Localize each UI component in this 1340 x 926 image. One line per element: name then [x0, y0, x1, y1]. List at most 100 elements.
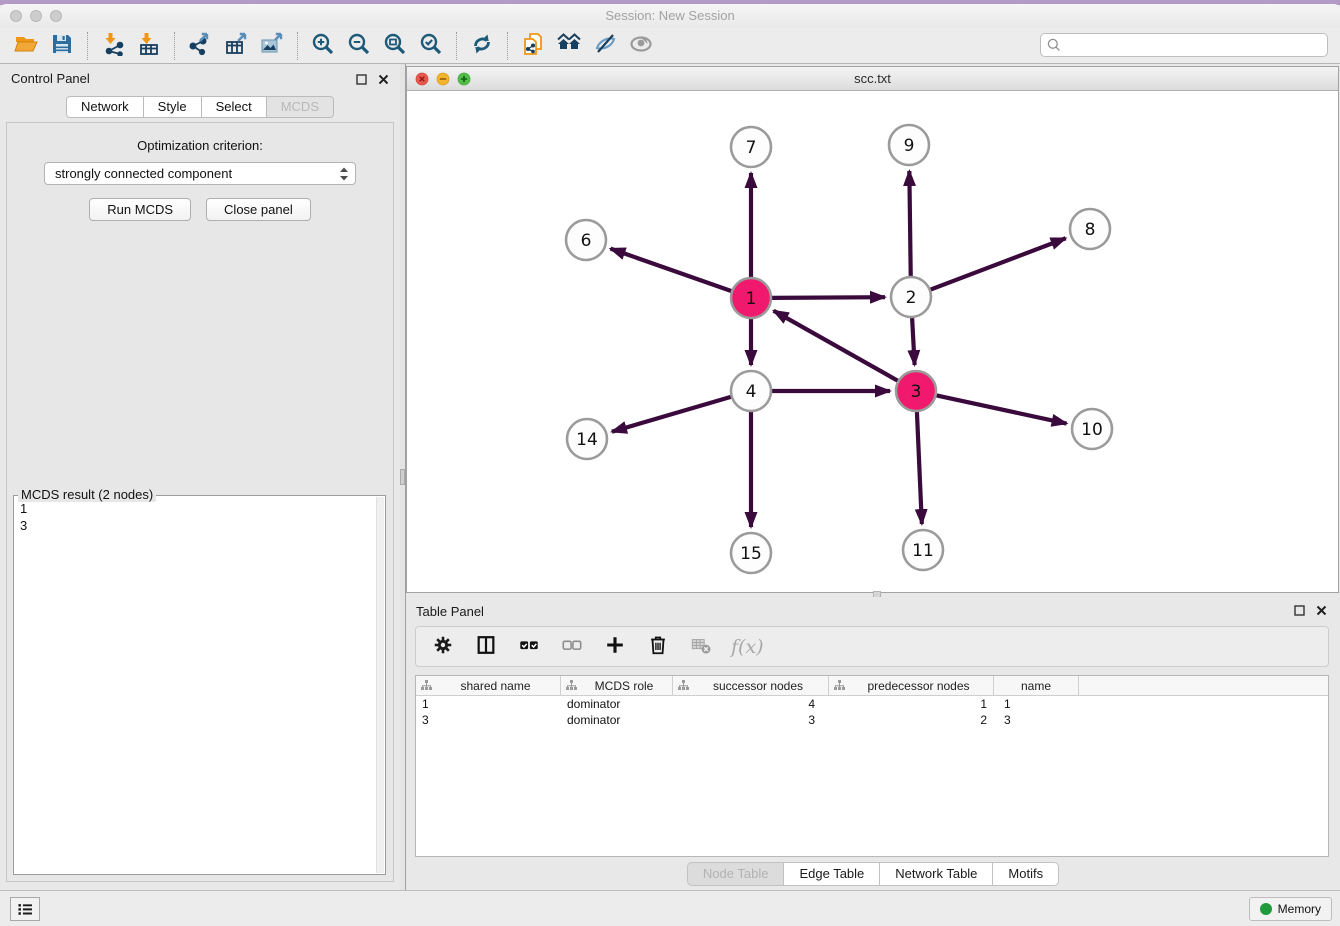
zoom-out-button[interactable] [341, 31, 377, 61]
tab-network-table[interactable]: Network Table [880, 862, 993, 886]
graph-node-15[interactable]: 15 [731, 533, 771, 573]
zoom-in-button[interactable] [305, 31, 341, 61]
graph-edge-2-8[interactable] [931, 238, 1066, 289]
cell-shared-name[interactable]: 1 [416, 696, 561, 712]
graph-edge-3-10[interactable] [937, 395, 1067, 423]
graph-node-11[interactable]: 11 [903, 530, 943, 570]
search-input[interactable] [1040, 33, 1328, 57]
table-panel-title: Table Panel [416, 597, 484, 627]
tab-network[interactable]: Network [66, 96, 144, 118]
settings-gear-button[interactable] [430, 634, 456, 660]
graph-edge-2-9[interactable] [909, 171, 910, 276]
graph-edge-3-1[interactable] [774, 311, 898, 381]
float-table-panel-button[interactable] [1292, 603, 1306, 617]
graph-edge-1-6[interactable] [611, 249, 732, 291]
graph-edge-2-3[interactable] [912, 318, 915, 365]
select-all-button[interactable] [516, 634, 542, 660]
network-graph[interactable]: 1 2 3 4 6 7 8 9 10 11 14 15 [407, 91, 1338, 592]
deselect-all-button[interactable] [559, 634, 585, 660]
graph-edge-4-14[interactable] [612, 397, 731, 432]
hide-graphics-details-button[interactable] [587, 31, 623, 61]
cell-shared-name[interactable]: 3 [416, 712, 561, 728]
refresh-layout-button[interactable] [464, 31, 500, 61]
column-header-predecessor-nodes[interactable]: predecessor nodes [829, 676, 994, 695]
tab-node-table[interactable]: Node Table [687, 862, 785, 886]
graph-node-4[interactable]: 4 [731, 371, 771, 411]
graph-node-3[interactable]: 3 [896, 371, 936, 411]
column-header-name[interactable]: name [994, 676, 1079, 695]
column-header-successor-nodes[interactable]: successor nodes [673, 676, 829, 695]
cell-name[interactable]: 3 [994, 712, 1079, 728]
graph-node-6[interactable]: 6 [566, 220, 606, 260]
tab-edge-table[interactable]: Edge Table [784, 862, 880, 886]
add-column-button[interactable] [602, 634, 628, 660]
zoom-selected-icon [419, 32, 443, 59]
zoom-fit-icon [383, 32, 407, 59]
graph-node-10[interactable]: 10 [1072, 409, 1112, 449]
export-network-icon [188, 32, 212, 59]
cell-predecessor-nodes[interactable]: 1 [829, 696, 994, 712]
export-network-button[interactable] [182, 31, 218, 61]
graph-node-8[interactable]: 8 [1070, 209, 1110, 249]
cell-successor-nodes[interactable]: 3 [673, 712, 829, 728]
toggle-panel-button[interactable] [473, 634, 499, 660]
delete-column-button[interactable] [645, 634, 671, 660]
table-row[interactable]: 3dominator323 [416, 712, 1328, 728]
optimization-criterion-select[interactable]: strongly connected component [44, 162, 356, 185]
function-builder-button: f(x) [731, 634, 764, 660]
zoom-selected-button[interactable] [413, 31, 449, 61]
network-canvas[interactable]: 1 2 3 4 6 7 8 9 10 11 14 15 [407, 91, 1338, 592]
toolbar-separator [87, 32, 88, 60]
cell-name[interactable]: 1 [994, 696, 1079, 712]
graph-node-2[interactable]: 2 [891, 277, 931, 317]
tab-mcds[interactable]: MCDS [267, 96, 334, 118]
export-table-button[interactable] [218, 31, 254, 61]
close-panel-action-button[interactable]: Close panel [206, 198, 311, 221]
close-table-panel-button[interactable] [1314, 603, 1328, 617]
graph-node-1[interactable]: 1 [731, 278, 771, 318]
export-image-button[interactable] [254, 31, 290, 61]
cell-successor-nodes[interactable]: 4 [673, 696, 829, 712]
column-header-mcds-role[interactable]: MCDS role [561, 676, 673, 695]
result-scrollbar[interactable] [376, 497, 384, 873]
table-header-row: shared nameMCDS rolesuccessor nodesprede… [416, 676, 1328, 696]
graph-node-9[interactable]: 9 [889, 125, 929, 165]
float-panel-button[interactable] [354, 72, 368, 86]
graph-edge-1-2[interactable] [772, 297, 885, 298]
import-network-button[interactable] [95, 31, 131, 61]
nested-networks-button[interactable] [551, 31, 587, 61]
show-graphics-details-button[interactable] [623, 31, 659, 61]
column-label: name [998, 679, 1074, 693]
table-row[interactable]: 1dominator411 [416, 696, 1328, 712]
import-table-button[interactable] [131, 31, 167, 61]
svg-text:10: 10 [1081, 420, 1103, 440]
column-type-icon [420, 679, 433, 692]
graph-edge-3-11[interactable] [917, 412, 922, 524]
toolbar-separator [507, 32, 508, 60]
clone-network-button[interactable] [515, 31, 551, 61]
open-session-button[interactable] [8, 31, 44, 61]
graph-node-7[interactable]: 7 [731, 127, 771, 167]
show-graphics-details-icon [629, 32, 653, 59]
control-panel: Control Panel NetworkStyleSelectMCDS Opt… [0, 64, 400, 890]
cell-mcds-role[interactable]: dominator [561, 696, 673, 712]
run-mcds-button[interactable]: Run MCDS [89, 198, 191, 221]
tab-style[interactable]: Style [144, 96, 202, 118]
close-icon [378, 74, 389, 85]
task-history-button[interactable] [10, 897, 40, 921]
network-view-titlebar[interactable]: scc.txt [407, 67, 1338, 91]
splitter-grip[interactable] [400, 469, 405, 485]
memory-status-icon [1260, 903, 1272, 915]
graph-node-14[interactable]: 14 [567, 419, 607, 459]
tab-select[interactable]: Select [202, 96, 267, 118]
zoom-fit-button[interactable] [377, 31, 413, 61]
tab-motifs[interactable]: Motifs [993, 862, 1059, 886]
cell-predecessor-nodes[interactable]: 2 [829, 712, 994, 728]
svg-text:14: 14 [576, 430, 598, 450]
column-header-shared-name[interactable]: shared name [416, 676, 561, 695]
cell-mcds-role[interactable]: dominator [561, 712, 673, 728]
close-panel-button[interactable] [376, 72, 390, 86]
mcds-result-text[interactable]: 1 3 [16, 498, 375, 872]
memory-button[interactable]: Memory [1249, 897, 1332, 921]
save-session-button[interactable] [44, 31, 80, 61]
